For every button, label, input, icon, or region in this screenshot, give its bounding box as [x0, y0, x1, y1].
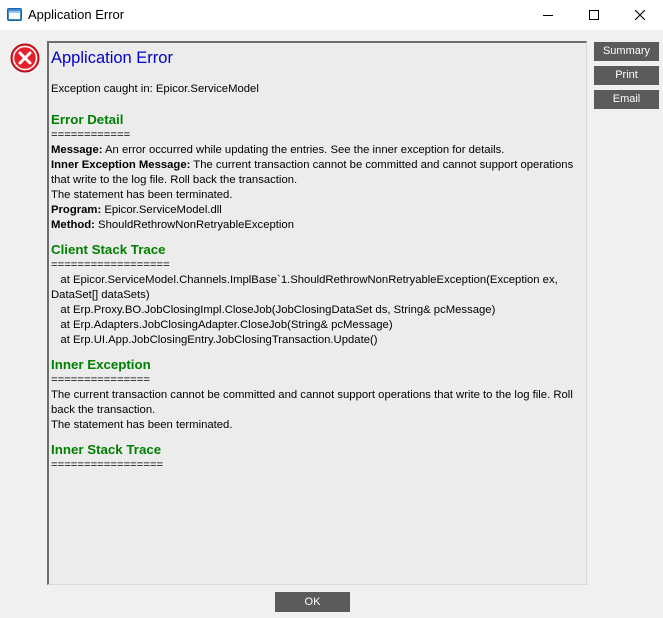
inner-stack-heading: Inner Stack Trace [51, 442, 162, 457]
client-stack-heading: Client Stack Trace [51, 242, 166, 257]
inner-exception-heading: Inner Exception [51, 357, 151, 372]
message-label: Message: [51, 144, 103, 156]
caught-in-text: Exception caught in: Epicor.ServiceModel [51, 83, 259, 95]
app-window-icon [7, 8, 22, 21]
method-line: Method: ShouldRethrowNonRetryableExcepti… [51, 218, 583, 233]
stack-line: at Erp.Adapters.JobClosingAdapter.CloseJ… [51, 319, 393, 331]
print-button[interactable]: Print [594, 66, 659, 85]
close-icon [635, 10, 645, 20]
program-value: Epicor.ServiceModel.dll [101, 204, 222, 216]
minimize-button[interactable] [525, 0, 571, 30]
stack-line: at Erp.Proxy.BO.JobClosingImpl.CloseJob(… [51, 304, 496, 316]
method-value: ShouldRethrowNonRetryableException [94, 219, 294, 231]
program-line: Program: Epicor.ServiceModel.dll [51, 203, 583, 218]
inner-message-line: Inner Exception Message: The current tra… [51, 158, 583, 188]
error-icon [10, 43, 40, 73]
message-value: An error occurred while updating the ent… [102, 144, 505, 156]
application-error-window: Application Error Application Error Exce… [0, 0, 663, 618]
error-detail-heading: Error Detail [51, 112, 124, 127]
maximize-button[interactable] [571, 0, 617, 30]
ok-button[interactable]: OK [275, 592, 350, 612]
program-label: Program: [51, 204, 102, 216]
close-button[interactable] [617, 0, 663, 30]
message-line: Message: An error occurred while updatin… [51, 143, 583, 158]
error-detail-rule: ============ [51, 129, 131, 141]
inner-terminated-text: The statement has been terminated. [51, 419, 233, 431]
maximize-icon [589, 10, 599, 20]
error-report-panel[interactable]: Application Error Exception caught in: E… [47, 41, 587, 585]
inner-stack-rule: ================= [51, 459, 164, 471]
inner-message-label: Inner Exception Message: [51, 159, 191, 171]
report-title: Application Error [51, 49, 173, 67]
stack-line: at Erp.UI.App.JobClosingEntry.JobClosing… [51, 334, 378, 346]
minimize-icon [543, 15, 553, 16]
terminated-text: The statement has been terminated. [51, 189, 233, 201]
inner-exception-text: The current transaction cannot be commit… [51, 389, 576, 416]
stack-line: at Epicor.ServiceModel.Channels.ImplBase… [51, 274, 561, 301]
method-label: Method: [51, 219, 95, 231]
window-title: Application Error [28, 7, 125, 22]
inner-exception-rule: =============== [51, 374, 150, 386]
summary-button[interactable]: Summary [594, 42, 659, 61]
client-stack-rule: ================== [51, 259, 170, 271]
email-button[interactable]: Email [594, 90, 659, 109]
title-bar: Application Error [0, 0, 663, 30]
